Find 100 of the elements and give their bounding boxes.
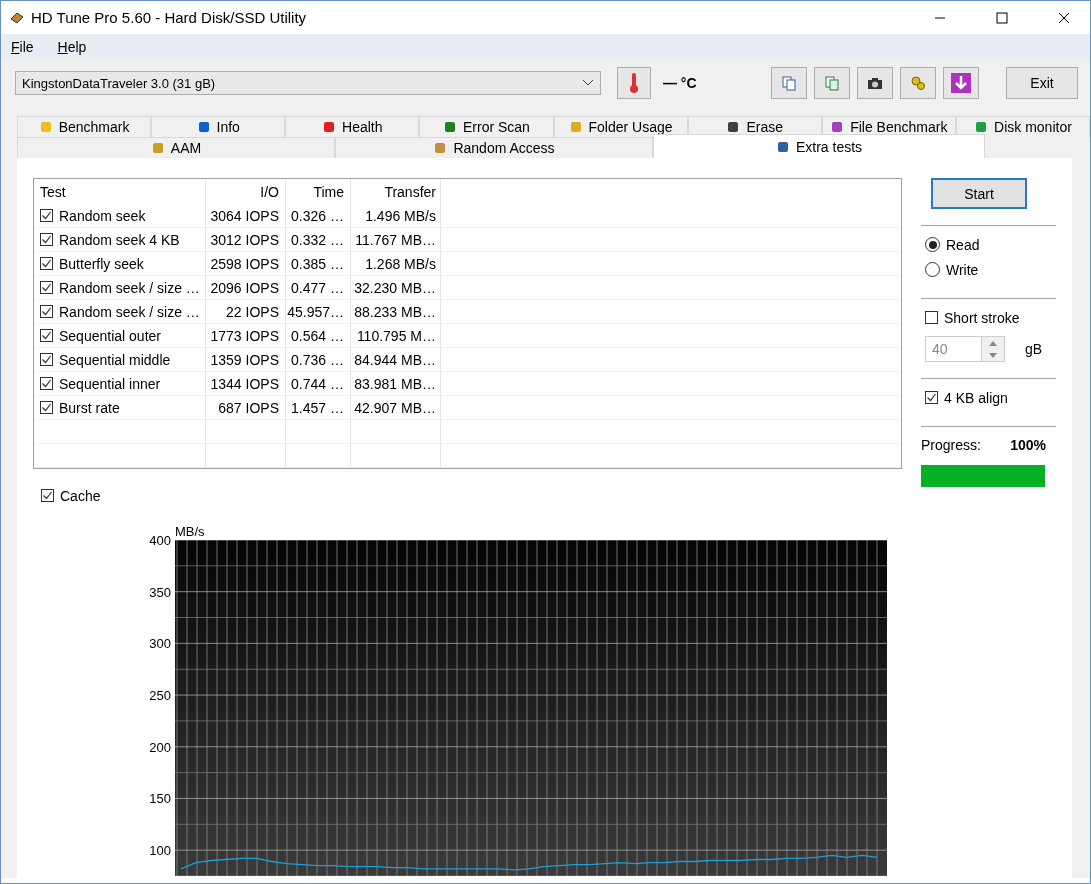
tab-icon xyxy=(442,120,457,134)
checkbox[interactable] xyxy=(925,311,938,324)
checkbox[interactable] xyxy=(40,257,53,270)
down-arrow-icon xyxy=(951,73,971,93)
table-cell: 2096 IOPS xyxy=(206,276,286,299)
spin-buttons[interactable] xyxy=(981,336,1005,362)
save-button[interactable] xyxy=(943,67,979,99)
table-cell: 0.326 … xyxy=(286,204,351,227)
thermometer-button[interactable] xyxy=(617,67,651,99)
menu-item[interactable]: Help xyxy=(57,39,87,55)
checkbox-label: Short stroke xyxy=(944,309,1020,326)
table-cell: 1.268 MB/s xyxy=(351,252,441,275)
tab[interactable]: Extra tests xyxy=(653,134,985,158)
checkbox[interactable] xyxy=(40,281,53,294)
tab-icon xyxy=(322,120,337,134)
camera-icon xyxy=(867,75,883,91)
checkbox[interactable] xyxy=(40,209,53,222)
exit-button[interactable]: Exit xyxy=(1006,67,1078,99)
tab[interactable]: Info xyxy=(151,116,286,137)
checkbox[interactable] xyxy=(40,353,53,366)
table-cell: 88.233 MB… xyxy=(351,300,441,323)
axis-tick-label: 300 xyxy=(149,636,171,652)
axis-tick-label: 350 xyxy=(149,584,171,600)
temperature-reading: — °C xyxy=(662,75,698,91)
tab-icon xyxy=(150,141,165,155)
table-cell: Butterfly seek xyxy=(59,255,144,272)
table-cell: 0.477 … xyxy=(286,276,351,299)
table-cell: Random seek / size … xyxy=(59,303,200,320)
table-cell: Sequential middle xyxy=(59,351,171,368)
tab[interactable]: Folder Usage xyxy=(553,116,688,137)
axis-label: MB/s xyxy=(175,524,206,540)
start-button[interactable]: Start xyxy=(931,178,1027,209)
checkbox[interactable] xyxy=(40,401,53,414)
tab[interactable]: AAM xyxy=(17,137,335,158)
table-cell: Sequential outer xyxy=(59,327,161,344)
table-cell: 45.957… xyxy=(286,300,351,323)
column-header[interactable]: Test xyxy=(34,179,206,204)
table-cell: 1359 IOPS xyxy=(206,348,286,371)
progress-label: Progress: xyxy=(921,437,981,453)
axis-tick-label: 400 xyxy=(149,533,171,548)
options-button[interactable] xyxy=(900,67,936,99)
copy-button[interactable] xyxy=(771,67,807,99)
table-cell: 1344 IOPS xyxy=(206,372,286,395)
checkbox[interactable] xyxy=(41,489,54,502)
tab[interactable]: Error Scan xyxy=(419,116,554,137)
table-cell: 0.736 … xyxy=(286,348,351,371)
tab-icon xyxy=(38,120,53,134)
thermometer-icon xyxy=(629,72,639,94)
table-cell: 1773 IOPS xyxy=(206,324,286,347)
spin-down-icon[interactable] xyxy=(989,352,997,358)
tab[interactable]: Benchmark xyxy=(17,116,152,137)
table-cell: 3012 IOPS xyxy=(206,228,286,251)
documents-icon xyxy=(824,75,840,91)
checkbox-label: 4 KB align xyxy=(944,389,1008,406)
checkbox[interactable] xyxy=(925,391,938,404)
table-cell: 11.767 MB… xyxy=(351,228,441,251)
radio-label: Write xyxy=(946,261,979,278)
column-header[interactable]: I/O xyxy=(206,179,286,204)
table-cell: 2598 IOPS xyxy=(206,252,286,275)
tab-icon xyxy=(974,120,989,134)
column-header[interactable]: Transfer xyxy=(351,179,441,204)
drive-dropdown[interactable]: KingstonDataTraveler 3.0 (31 gB) xyxy=(15,71,602,95)
unit-label: gB xyxy=(1025,341,1043,357)
column-header[interactable]: Time xyxy=(286,179,351,204)
maximize-icon[interactable] xyxy=(996,11,1008,24)
radio-label: Read xyxy=(946,236,980,253)
checkbox[interactable] xyxy=(40,377,53,390)
table-cell: 83.981 MB… xyxy=(351,372,441,395)
table-cell: 1.457 … xyxy=(286,396,351,419)
window-title: HD Tune Pro 5.60 - Hard Disk/SSD Utility xyxy=(31,9,307,26)
table-cell: 0.385 … xyxy=(286,252,351,275)
tab-icon xyxy=(433,141,448,155)
close-icon[interactable] xyxy=(1058,11,1070,24)
spin-up-icon[interactable] xyxy=(989,340,997,346)
tab[interactable]: Disk monitor xyxy=(955,116,1090,137)
table-cell: 42.907 MB… xyxy=(351,396,441,419)
axis-tick-label: 150 xyxy=(149,791,171,807)
table-cell: 22 IOPS xyxy=(206,300,286,323)
table-cell: 1.496 MB/s xyxy=(351,204,441,227)
axis-tick-label: 250 xyxy=(149,688,171,704)
checkbox-label: Cache xyxy=(60,487,101,504)
table-cell: Random seek xyxy=(59,207,146,224)
checkbox[interactable] xyxy=(40,305,53,318)
table-cell: 687 IOPS xyxy=(206,396,286,419)
axis-tick-label: 200 xyxy=(149,739,171,755)
tab-icon xyxy=(726,120,741,134)
tab[interactable]: Health xyxy=(285,116,420,137)
screenshot-button[interactable] xyxy=(857,67,893,99)
tab-icon xyxy=(196,120,211,134)
table-cell: Burst rate xyxy=(59,399,120,416)
tab[interactable]: Random Access xyxy=(335,137,653,158)
table-cell: 3064 IOPS xyxy=(206,204,286,227)
table-cell: Sequential inner xyxy=(59,375,161,392)
progress-value: 100% xyxy=(1010,437,1046,453)
checkbox[interactable] xyxy=(40,233,53,246)
table-cell: 32.230 MB… xyxy=(351,276,441,299)
table-cell: 0.564 … xyxy=(286,324,351,347)
checkbox[interactable] xyxy=(40,329,53,342)
chevron-down-icon xyxy=(582,79,595,87)
menu-item[interactable]: File xyxy=(11,39,34,55)
